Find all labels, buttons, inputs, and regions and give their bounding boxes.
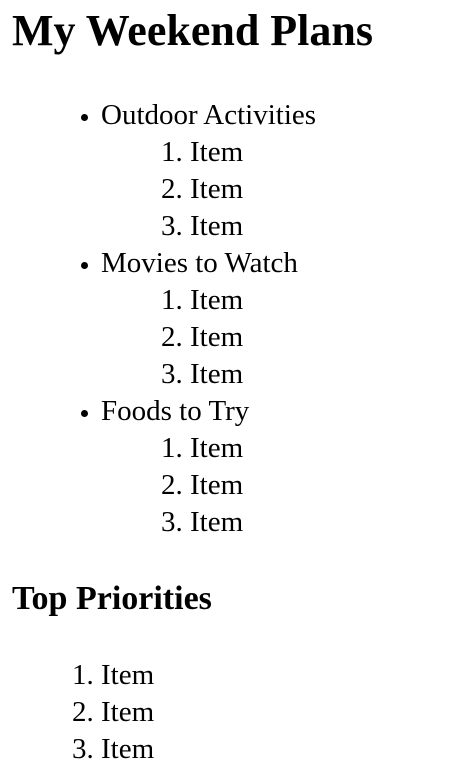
category-sublist: Item Item Item: [101, 430, 316, 541]
list-item: Item: [101, 694, 154, 731]
page-title: My Weekend Plans: [12, 6, 374, 55]
page: My Weekend Plans Outdoor Activities Item…: [0, 0, 460, 772]
category-sublist: Item Item Item: [101, 134, 316, 245]
list-item: Item: [190, 356, 316, 393]
category-item-movies-to-watch: Movies to Watch Item Item Item: [101, 245, 316, 393]
list-item: Item: [101, 657, 154, 694]
plans-list: Outdoor Activities Item Item Item Movies…: [0, 97, 316, 541]
category-item-outdoor-activities: Outdoor Activities Item Item Item: [101, 97, 316, 245]
list-item: Item: [101, 731, 154, 768]
list-item: Item: [190, 319, 316, 356]
list-item: Item: [190, 467, 316, 504]
list-item: Item: [190, 134, 316, 171]
list-item: Item: [190, 504, 316, 541]
category-label: Movies to Watch: [101, 247, 298, 279]
list-item: Item: [190, 208, 316, 245]
category-item-foods-to-try: Foods to Try Item Item Item: [101, 393, 316, 541]
list-item: Item: [190, 282, 316, 319]
section-heading-top-priorities: Top Priorities: [12, 580, 212, 617]
category-label: Foods to Try: [101, 395, 250, 427]
category-label: Outdoor Activities: [101, 99, 317, 131]
priorities-list: Item Item Item: [0, 657, 154, 768]
list-item: Item: [190, 430, 316, 467]
category-sublist: Item Item Item: [101, 282, 316, 393]
list-item: Item: [190, 171, 316, 208]
